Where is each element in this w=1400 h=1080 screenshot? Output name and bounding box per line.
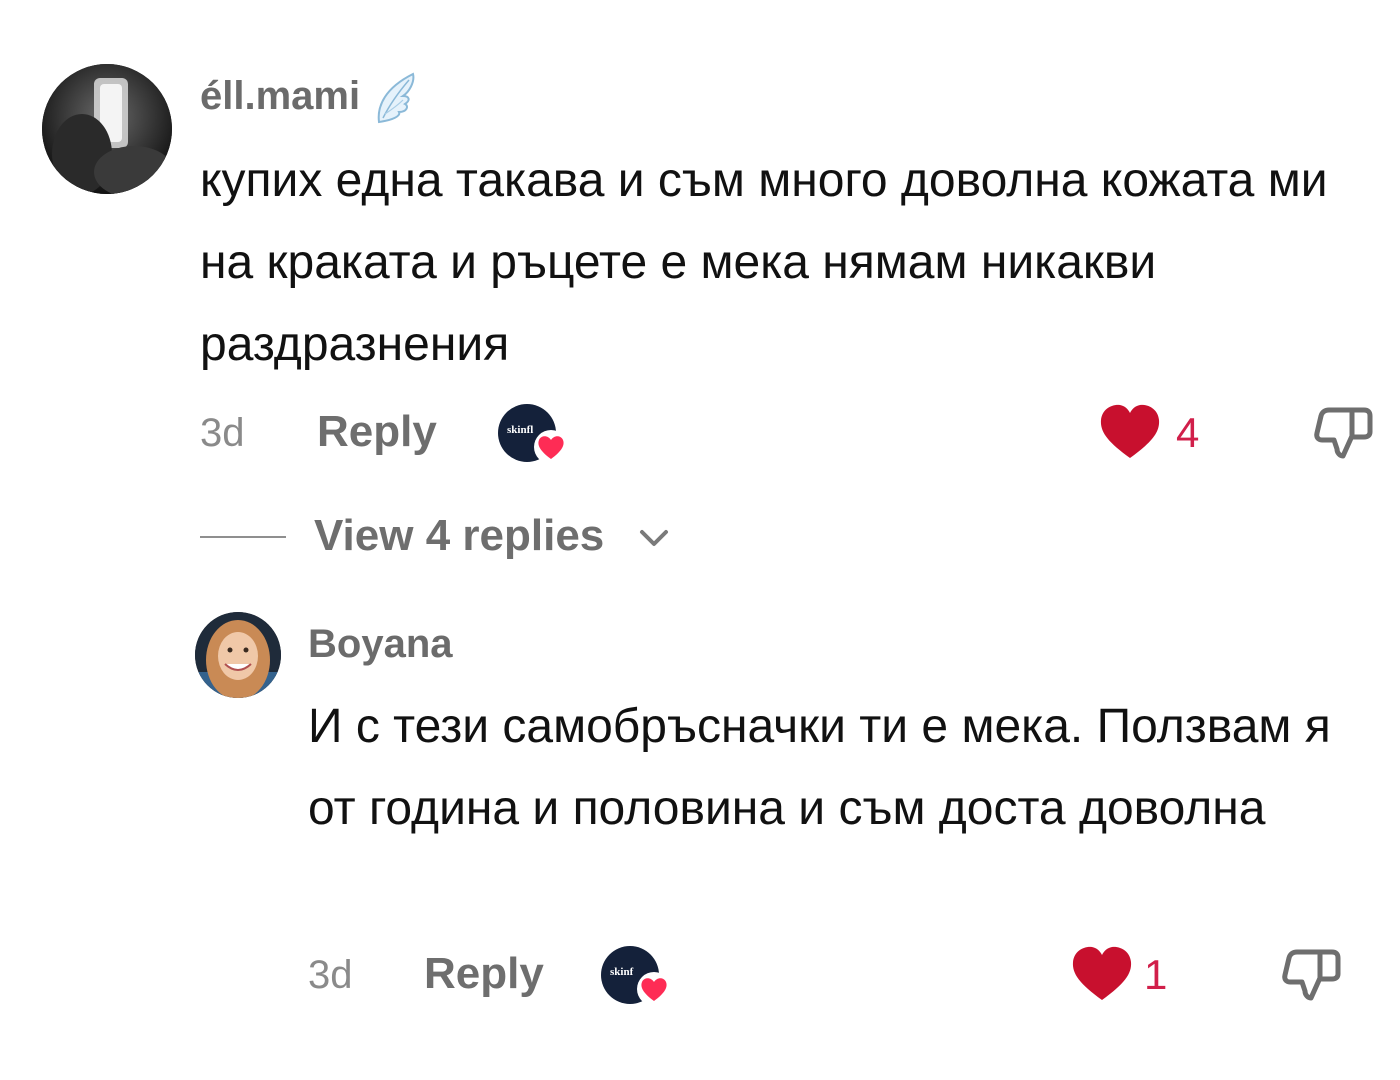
creator-avatar-text: skinfl	[507, 424, 534, 436]
view-replies-button[interactable]: View 4 replies	[200, 508, 720, 564]
heart-icon	[538, 436, 564, 459]
timestamp: 3d	[200, 411, 245, 455]
creator-liked-badge: skinfl	[498, 404, 568, 466]
reply-item: Boyana И с тези самобръсначки ти е мека.…	[0, 600, 1400, 1060]
chevron-down-icon	[640, 530, 668, 546]
creator-liked-badge: skinf	[601, 946, 671, 1008]
username-text: éll.mami	[200, 74, 361, 118]
username[interactable]: Boyana	[308, 618, 453, 670]
dislike-icon[interactable]	[1280, 942, 1344, 1006]
comment-text: купих една такава и съм много доволна ко…	[200, 154, 1328, 371]
comment-text: И с тези самобръсначки ти е мека. Ползва…	[308, 700, 1331, 835]
dislike-icon[interactable]	[1312, 400, 1376, 464]
creator-heart-badge	[637, 972, 671, 1006]
like-count: 1	[1144, 951, 1168, 998]
angel-wing-icon	[377, 72, 415, 124]
creator-heart-badge	[534, 430, 568, 464]
comment-item: éll.mami купих една такава и съм много д…	[0, 0, 1400, 590]
user-avatar[interactable]	[42, 64, 172, 194]
reply-button[interactable]: Reply	[317, 406, 437, 458]
timestamp: 3d	[308, 953, 353, 997]
heart-icon	[641, 978, 667, 1001]
like-heart-icon[interactable]	[1070, 944, 1134, 1002]
user-avatar[interactable]	[195, 612, 281, 698]
username[interactable]: éll.mami	[200, 70, 419, 126]
avatar-photo	[195, 612, 281, 698]
avatar-photo	[42, 64, 172, 194]
comment-actions: 3d Reply skinfl 4	[200, 400, 1390, 470]
like-heart-icon[interactable]	[1098, 402, 1162, 460]
like-count: 4	[1176, 409, 1200, 456]
comment-actions: 3d Reply skinf 1	[308, 942, 1398, 1012]
divider-line	[200, 536, 286, 538]
creator-avatar-text: skinf	[610, 966, 634, 978]
view-replies-label: View 4 replies	[314, 511, 605, 560]
reply-button[interactable]: Reply	[424, 948, 544, 1000]
